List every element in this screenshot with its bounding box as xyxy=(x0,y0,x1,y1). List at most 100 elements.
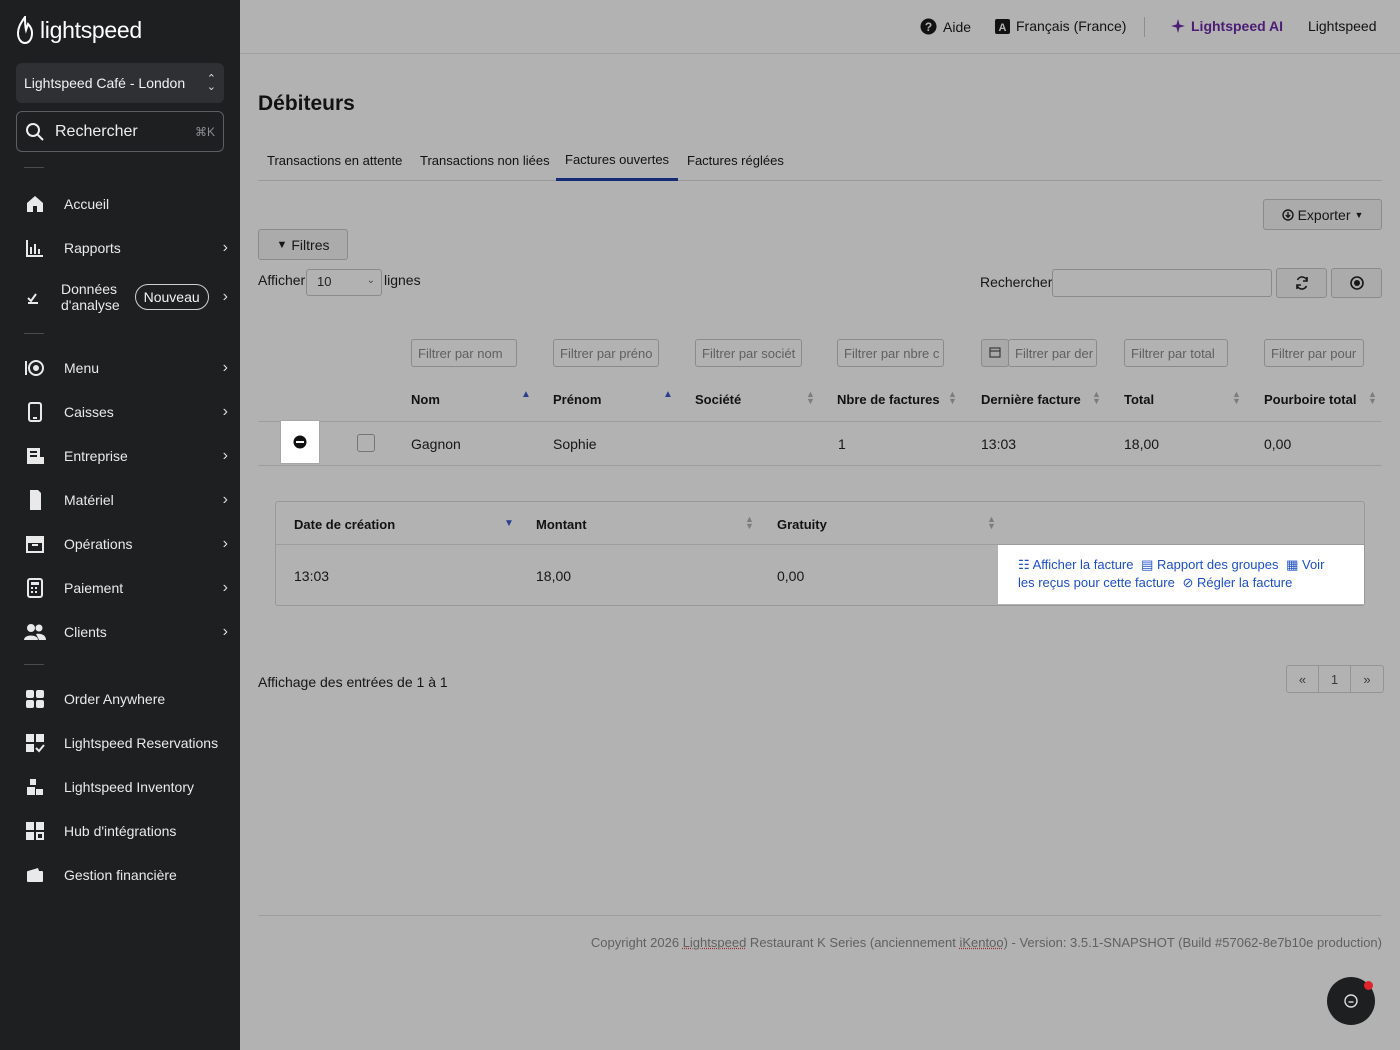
col-societe[interactable]: Société xyxy=(695,392,741,407)
caret-down-icon: ▼ xyxy=(1354,209,1364,220)
tab-factures-reglees[interactable]: Factures réglées xyxy=(678,140,793,181)
sort-icon[interactable]: ▲ ▼ xyxy=(1232,390,1241,406)
row-checkbox[interactable] xyxy=(357,434,375,452)
rows-per-page-select[interactable]: 10 ⌄ xyxy=(306,269,382,296)
sidebar-item-rapports[interactable]: Rapports › xyxy=(24,228,228,268)
sort-icon[interactable]: ▲ ▼ xyxy=(1368,390,1377,406)
bar-chart-icon xyxy=(24,237,46,259)
col-nom[interactable]: Nom xyxy=(411,392,440,407)
pagination-prev[interactable]: « xyxy=(1287,666,1319,692)
tab-bar: Transactions en attente Transactions non… xyxy=(258,140,1382,181)
filter-nom-input[interactable]: Filtrer par nom xyxy=(411,339,517,367)
col-total[interactable]: Total xyxy=(1124,392,1154,407)
filter-societe-input[interactable]: Filtrer par sociét xyxy=(695,339,802,367)
sort-icon[interactable]: ▲ ▼ xyxy=(948,390,957,406)
chevron-right-icon: › xyxy=(222,359,228,376)
filters-button[interactable]: ▼ Filtres xyxy=(258,229,348,260)
sort-icon[interactable]: ▲ ▼ xyxy=(806,390,815,406)
filters-label: Filtres xyxy=(291,236,330,253)
sidebar-item-label: Hub d'intégrations xyxy=(64,823,177,839)
pagination-page[interactable]: 1 xyxy=(1319,666,1351,692)
highlighted-collapse-button[interactable] xyxy=(281,421,319,463)
tab-factures-ouvertes[interactable]: Factures ouvertes xyxy=(556,140,679,181)
sidebar-item-entreprise[interactable]: Entreprise › xyxy=(24,436,228,476)
sidebar-item-order-anywhere[interactable]: Order Anywhere xyxy=(24,679,228,719)
svg-text:A: A xyxy=(999,22,1007,34)
group-report-link[interactable]: ▤ Rapport des groupes xyxy=(1141,557,1278,572)
sidebar-item-label: Entreprise xyxy=(64,448,128,464)
pagination: « 1 » xyxy=(1286,665,1384,693)
reset-button[interactable] xyxy=(1331,268,1382,298)
rows-suffix: lignes xyxy=(384,272,421,288)
filter-nbre-input[interactable]: Filtrer par nbre c xyxy=(837,339,944,367)
chevron-right-icon: › xyxy=(222,579,228,596)
sort-asc-icon[interactable]: ▲ xyxy=(663,390,673,400)
filter-prenom-input[interactable]: Filtrer par préno xyxy=(553,339,659,367)
group-report-label: Rapport des groupes xyxy=(1157,557,1279,572)
col-montant[interactable]: Montant xyxy=(536,517,587,532)
chat-button[interactable] xyxy=(1327,977,1375,1025)
sidebar-item-caisses[interactable]: Caisses › xyxy=(24,392,228,432)
language-label: Français (France) xyxy=(1016,18,1127,34)
location-selector[interactable]: Lightspeed Café - London ⌃ ⌄ xyxy=(16,63,224,103)
filter-pourboire-input[interactable]: Filtrer par pour xyxy=(1264,339,1364,367)
sidebar-item-clients[interactable]: Clients › xyxy=(24,612,228,652)
divider xyxy=(24,664,44,665)
chevron-down-icon: ⌄ xyxy=(366,275,375,286)
sidebar-item-accueil[interactable]: Accueil xyxy=(24,184,228,224)
language-selector[interactable]: A Français (France) xyxy=(995,18,1126,34)
grid-icon xyxy=(24,688,46,710)
lightspeed-ai-button[interactable]: Lightspeed AI xyxy=(1171,18,1283,34)
divider xyxy=(258,421,1382,422)
show-label: Afficher xyxy=(258,272,306,288)
sort-icon[interactable]: ▲ ▼ xyxy=(1092,390,1101,406)
export-button[interactable]: Exporter ▼ xyxy=(1263,199,1382,230)
location-name: Lightspeed Café - London xyxy=(24,75,186,91)
sidebar-item-menu[interactable]: Menu › xyxy=(24,348,228,388)
tab-transactions-en-attente[interactable]: Transactions en attente xyxy=(258,140,411,181)
col-pourboire-total[interactable]: Pourboire total xyxy=(1264,392,1356,407)
view-invoice-link[interactable]: ☷ Afficher la facture xyxy=(1018,557,1133,572)
refresh-button[interactable] xyxy=(1276,268,1327,298)
sort-icon[interactable]: ▲ ▼ xyxy=(745,515,754,531)
users-icon xyxy=(24,621,46,643)
sidebar-item-donnees-analyse[interactable]: Données d'analyse Nouveau › xyxy=(24,277,228,317)
download-circle-icon xyxy=(1281,208,1294,221)
calendar-icon[interactable] xyxy=(981,339,1009,367)
export-label: Exporter xyxy=(1297,206,1351,223)
col-date-creation[interactable]: Date de création xyxy=(294,517,395,532)
sort-asc-icon[interactable]: ▲ xyxy=(521,390,531,400)
pagination-next[interactable]: » xyxy=(1351,666,1383,692)
tab-transactions-non-liees[interactable]: Transactions non liées xyxy=(411,140,559,181)
account-menu[interactable]: Lightspeed xyxy=(1308,18,1377,34)
col-gratuity[interactable]: Gratuity xyxy=(777,517,827,532)
chevron-updown-icon: ⌃ ⌄ xyxy=(206,73,216,93)
sidebar-item-integrations[interactable]: Hub d'intégrations xyxy=(24,811,228,851)
lightspeed-logo[interactable]: lightspeed xyxy=(16,16,142,44)
sidebar-item-inventory[interactable]: Lightspeed Inventory xyxy=(24,767,228,807)
help-link[interactable]: ? Aide xyxy=(920,18,971,35)
sidebar-search[interactable]: Rechercher ⌘K xyxy=(16,111,224,152)
sidebar-item-materiel[interactable]: Matériel › xyxy=(24,480,228,520)
table-search-input[interactable] xyxy=(1052,269,1272,297)
copyright-old-brand: iKentoo xyxy=(959,935,1004,950)
refresh-icon xyxy=(1295,276,1308,290)
col-nbre-factures[interactable]: Nbre de factures xyxy=(837,392,940,407)
sidebar: lightspeed Lightspeed Café - London ⌃ ⌄ R… xyxy=(0,0,240,1050)
sort-desc-icon[interactable]: ▼ xyxy=(504,519,514,529)
sidebar-item-paiement[interactable]: Paiement › xyxy=(24,568,228,608)
copyright-brand: Lightspeed xyxy=(682,935,747,950)
sidebar-item-reservations[interactable]: Lightspeed Reservations xyxy=(24,723,228,763)
sort-icon[interactable]: ▲ ▼ xyxy=(987,515,996,531)
grid-icon: ▦ xyxy=(1286,557,1299,572)
filter-total-input[interactable]: Filtrer par total xyxy=(1124,339,1228,367)
col-derniere-facture[interactable]: Dernière facture xyxy=(981,392,1081,407)
col-prenom[interactable]: Prénom xyxy=(553,392,601,407)
sidebar-item-operations[interactable]: Opérations › xyxy=(24,524,228,564)
filter-derniere-input[interactable]: Filtrer par der xyxy=(1008,339,1097,367)
settle-invoice-link[interactable]: ⊘ Régler la facture xyxy=(1182,575,1292,590)
sidebar-item-label: Rapports xyxy=(64,240,121,256)
sidebar-item-gestion-financiere[interactable]: Gestion financière xyxy=(24,855,228,895)
divider xyxy=(24,333,44,334)
page-title: Débiteurs xyxy=(258,92,355,115)
